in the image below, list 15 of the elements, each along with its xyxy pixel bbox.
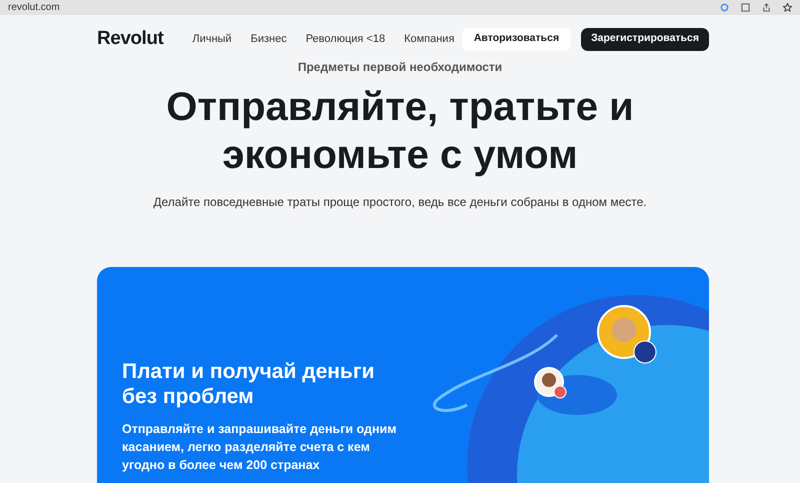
hero-subtitle: Делайте повседневные траты проще простого, ведь все деньги собраны в одном месте. — [153, 194, 647, 211]
share-icon[interactable] — [762, 3, 771, 12]
card-text: Отправляйте и запрашивайте деньги одним касанием, легко разделяйте счета с кем угодно в более чем 200 странах — [122, 421, 397, 474]
hero-title: Отправляйте, тратьте и экономьте с умом — [165, 84, 635, 179]
card-title: Плати и получай деньги без проблем — [122, 359, 376, 409]
nav-link[interactable]: Личный — [192, 30, 232, 48]
login-button[interactable]: Авторизоваться — [462, 28, 572, 50]
eyebrow-text: Предметы первой необходимости — [298, 61, 502, 73]
star-icon[interactable] — [783, 3, 792, 12]
logo[interactable]: Revolut — [97, 24, 164, 54]
nav-link[interactable]: Бизнес — [250, 30, 287, 48]
signup-button[interactable]: Зарегистрироваться — [581, 28, 709, 50]
nav-link[interactable]: Революция <18 — [306, 30, 386, 48]
nav-link[interactable]: Компания — [404, 30, 454, 48]
url-text[interactable]: revolut.com — [8, 2, 60, 12]
